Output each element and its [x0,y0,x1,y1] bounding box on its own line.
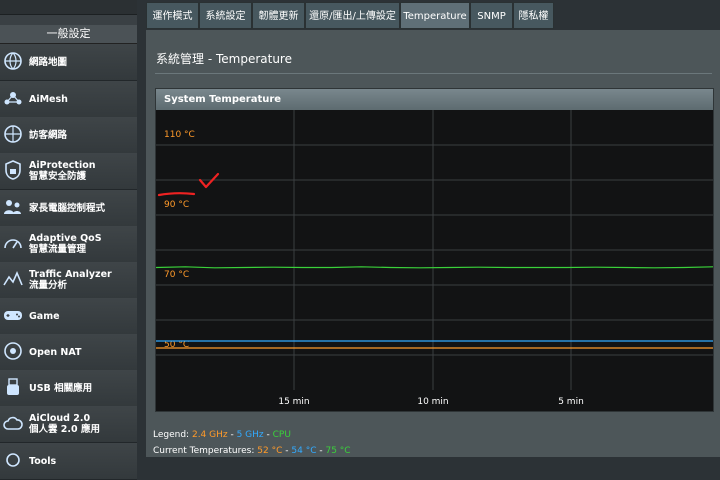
tab-operation-mode[interactable]: 運作模式 [146,2,199,29]
shield-lock-icon [5,160,21,180]
sidebar-item-label: Open NAT [29,347,82,358]
sidebar-item-guest-network[interactable]: 訪客網路 [0,117,137,154]
usb-icon [7,378,19,395]
temperature-chart: 110 °C90 °C70 °C50 °C 15 min 10 min 5 min [155,110,714,407]
sidebar-item-open-nat[interactable]: Open NAT [0,334,137,371]
sidebar-item-aicloud[interactable]: AiCloud 2.0 個人雲 2.0 應用 [0,406,137,443]
tab-system-settings[interactable]: 系統設定 [199,2,252,29]
tools-icon [6,453,20,467]
traffic-chart-icon [3,270,23,286]
sidebar-section-title: 一般設定 [0,25,137,44]
guest-globe-icon [4,125,22,143]
y-tick-label: 110 °C [164,130,195,140]
sidebar-item-label: AiMesh [29,94,68,105]
sidebar-item-label: Game [29,311,60,322]
tab-restore-save-upload[interactable]: 還原/匯出/上傳設定 [305,2,400,29]
sidebar-item-label: AiCloud 2.0 [29,413,91,424]
mesh-network-icon [4,92,22,105]
current-cpu-temp: 75 °C [325,446,351,456]
y-tick-label: 90 °C [164,200,189,210]
sidebar-item-sublabel: 智慧流量管理 [29,244,87,255]
chart-legend: Legend: 2.4 GHz - 5 GHz - CPU [153,430,291,440]
sidebar-item-parental-control[interactable]: 家長電腦控制程式 [0,190,137,227]
legend-sep: - [263,430,273,440]
temperature-chart-box: System Temperature 110 °C 90 °C 70 °C 50 °C… [155,88,714,412]
tab-snmp[interactable]: SNMP [470,2,513,29]
sidebar-item-label: 訪客網路 [29,130,68,141]
sidebar-item-sublabel: 智慧安全防護 [29,171,87,182]
sidebar-top-strip [0,0,137,15]
sidebar-item-label: 網路地圖 [29,57,68,68]
sidebar-item-label: Tools [29,456,57,467]
sidebar-item-label: AiProtection [29,160,96,171]
tab-temperature[interactable]: Temperature [400,2,470,29]
sidebar-item-label: USB 相關應用 [29,383,93,394]
sidebar-item-tools[interactable]: Tools [0,443,137,480]
legend-label: Legend: [153,430,190,440]
sidebar-item-traffic-analyzer[interactable]: Traffic Analyzer 流量分析 [0,262,137,299]
legend-5ghz: 5 GHz [236,430,264,440]
x-tick-label: 15 min [278,397,309,407]
legend-sep: - [227,430,237,440]
title-divider [155,73,712,74]
sidebar-item-aimesh[interactable]: AiMesh [0,81,137,118]
sidebar-item-adaptive-qos[interactable]: Adaptive QoS 智慧流量管理 [0,226,137,263]
sidebar-item-label: 家長電腦控制程式 [29,203,106,214]
sidebar-item-sublabel: 流量分析 [29,280,68,291]
red-underline-annotation [157,192,196,197]
tab-firmware-upgrade[interactable]: 韌體更新 [252,2,305,29]
page-title: 系統管理 - Temperature [156,52,292,66]
sidebar-item-label: Traffic Analyzer [29,269,112,280]
chart-title: System Temperature [156,89,713,110]
globe-network-icon [4,52,22,70]
sidebar-item-label: Adaptive QoS [29,233,102,244]
legend-cpu: CPU [272,430,291,440]
series-line-cpu [155,266,714,269]
sidebar-item-sublabel: 個人雲 2.0 應用 [29,424,100,435]
y-tick-label: 70 °C [164,270,189,280]
cloud-icon [3,416,23,430]
sidebar-item-network-map[interactable]: 網路地圖 [0,44,137,81]
current-24ghz-temp: 52 °C [257,446,283,456]
family-users-icon [4,200,21,214]
current-label: Current Temperatures: [153,446,255,456]
tab-privacy[interactable]: 隱私權 [513,2,554,29]
current-temperatures: Current Temperatures: 52 °C - 54 °C - 75… [153,446,351,456]
current-5ghz-temp: 54 °C [291,446,317,456]
sidebar-item-aiprotection[interactable]: AiProtection 智慧安全防護 [0,153,137,190]
legend-24ghz: 2.4 GHz [191,430,228,440]
sidebar-item-usb[interactable]: USB 相關應用 [0,370,137,407]
x-tick-label: 5 min [558,397,584,407]
gamepad-icon [4,311,22,320]
sidebar: 一般設定 網路地圖 AiMesh 訪客網路 AiProtection 智慧安全防… [0,0,137,480]
x-tick-label: 10 min [417,397,448,407]
open-nat-globe-icon [4,342,22,360]
chart-area: 110 °C 90 °C 70 °C 50 °C 15 min 10 min 5 min [155,110,714,411]
sidebar-item-game[interactable]: Game [0,298,137,335]
speedometer-icon [4,239,22,249]
